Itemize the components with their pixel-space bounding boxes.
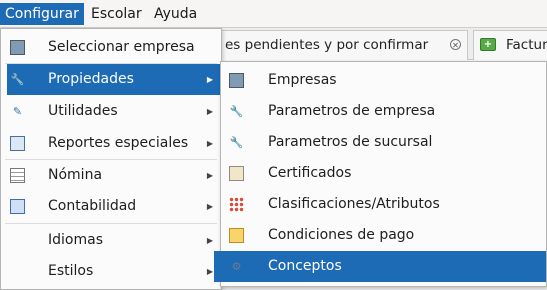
- submenu-arrow-icon: ▶: [206, 75, 213, 84]
- menu-item-label: Reportes especiales: [48, 135, 189, 151]
- submenu-arrow-icon: ▶: [206, 267, 213, 276]
- menu-item-label: Contabilidad: [48, 198, 137, 214]
- monitor-icon: [229, 73, 244, 88]
- documents-icon: [10, 136, 25, 151]
- menu-item-reportes-especiales[interactable]: Reportes especiales ▶: [1, 128, 221, 159]
- menu-item-label: Propiedades: [48, 71, 134, 87]
- menu-item-estilos[interactable]: Estilos ▶: [1, 256, 221, 287]
- menu-item-label: Nómina: [48, 167, 103, 183]
- tab-facturas[interactable]: + Factur: [473, 30, 547, 60]
- tab-pendientes[interactable]: es pendientes y por confirmar ✕: [210, 30, 468, 60]
- monitor-icon: [10, 40, 25, 55]
- gear-doc-icon: ⚙: [231, 260, 242, 273]
- menu-item-label: Idiomas: [48, 232, 103, 248]
- grid-icon: [229, 197, 244, 212]
- submenu-item-parametros-empresa[interactable]: 🔧 Parametros de empresa: [221, 96, 546, 127]
- menu-item-label: Estilos: [48, 263, 94, 279]
- menu-item-contabilidad[interactable]: Contabilidad ▶: [1, 191, 221, 222]
- menu-separator: [5, 223, 217, 224]
- submenu-arrow-icon: ▶: [206, 107, 213, 116]
- certificate-icon: [229, 166, 244, 181]
- submenu-arrow-icon: ▶: [206, 139, 213, 148]
- brush-icon: ✎: [12, 105, 23, 118]
- submenu-arrow-icon: ▶: [206, 171, 213, 180]
- menu-item-idiomas[interactable]: Idiomas ▶: [1, 225, 221, 256]
- wrench-icon: 🔧: [229, 136, 244, 149]
- submenu-item-condiciones-pago[interactable]: Condiciones de pago: [221, 220, 546, 251]
- tab-label: Factur: [506, 37, 547, 53]
- submenu-item-clasificaciones[interactable]: Clasificaciones/Atributos: [221, 189, 546, 220]
- submenu-arrow-icon: ▶: [206, 202, 213, 211]
- tab-label: es pendientes y por confirmar: [225, 37, 429, 53]
- menu-item-utilidades[interactable]: ✎ Utilidades ▶: [1, 96, 221, 127]
- menu-item-label: Seleccionar empresa: [48, 39, 195, 55]
- submenu-item-conceptos[interactable]: ⚙ Conceptos: [214, 251, 546, 282]
- menu-item-nomina[interactable]: Nómina ▶: [1, 160, 221, 191]
- propiedades-submenu: Empresas 🔧 Parametros de empresa 🔧 Param…: [214, 61, 547, 287]
- menu-item-label: Parametros de sucursal: [268, 134, 433, 150]
- configurar-menu: Seleccionar empresa 🔧 Propiedades ▶ ✎ Ut…: [0, 28, 222, 290]
- menu-item-label: Utilidades: [48, 103, 118, 119]
- wrench-icon: 🔧: [229, 105, 244, 118]
- menu-item-label: Conceptos: [268, 258, 342, 274]
- menu-item-label: Parametros de empresa: [268, 103, 436, 119]
- menu-escolar[interactable]: Escolar: [86, 3, 147, 25]
- close-icon[interactable]: ✕: [450, 39, 461, 50]
- menu-item-seleccionar-empresa[interactable]: Seleccionar empresa: [1, 32, 221, 63]
- menu-configurar[interactable]: Configurar: [0, 3, 84, 25]
- submenu-item-certificados[interactable]: Certificados: [221, 158, 546, 189]
- invoice-icon: +: [480, 38, 496, 51]
- submenu-item-empresas[interactable]: Empresas: [221, 65, 546, 96]
- menu-item-label: Empresas: [268, 72, 337, 88]
- menu-item-label: Clasificaciones/Atributos: [268, 196, 440, 212]
- menu-item-propiedades[interactable]: 🔧 Propiedades ▶: [7, 64, 221, 95]
- pen-doc-icon: [10, 199, 25, 214]
- menubar: Configurar Escolar Ayuda: [0, 0, 547, 28]
- submenu-arrow-icon: ▶: [206, 236, 213, 245]
- menu-item-label: Certificados: [268, 165, 352, 181]
- table-icon: [10, 168, 25, 183]
- submenu-item-parametros-sucursal[interactable]: 🔧 Parametros de sucursal: [221, 127, 546, 158]
- wrench-icon: 🔧: [10, 73, 25, 86]
- menu-item-label: Condiciones de pago: [268, 227, 415, 243]
- menu-ayuda[interactable]: Ayuda: [149, 3, 202, 25]
- calendar-clock-icon: [229, 228, 244, 243]
